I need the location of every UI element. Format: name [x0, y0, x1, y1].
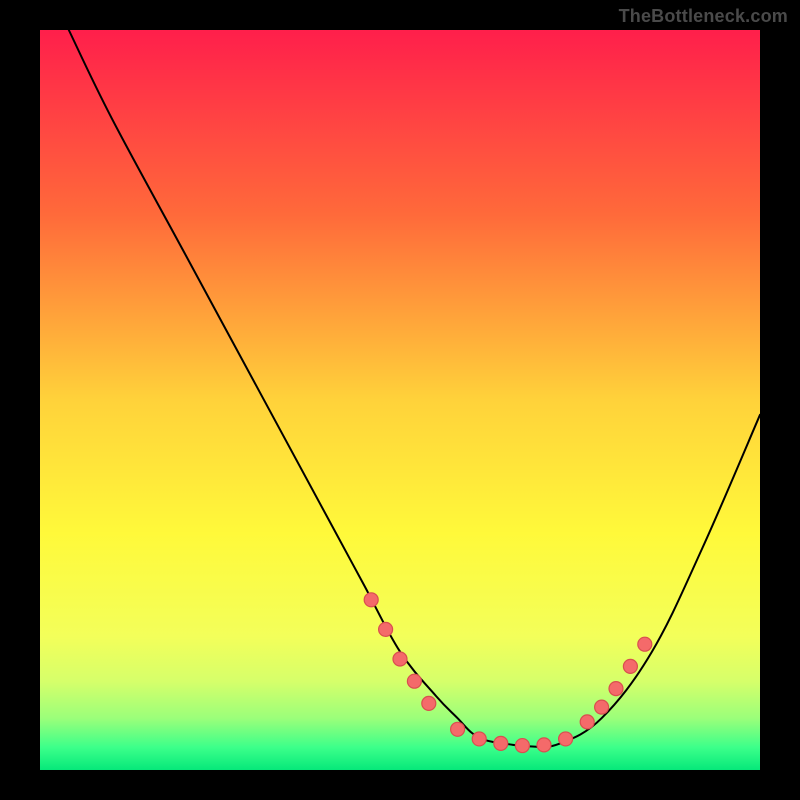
curve-marker [364, 593, 378, 607]
curve-marker [580, 715, 594, 729]
curve-marker [537, 738, 551, 752]
curve-marker [515, 739, 529, 753]
stage: TheBottleneck.com [0, 0, 800, 800]
curve-marker [494, 736, 508, 750]
curve-marker [422, 696, 436, 710]
curve-marker [472, 732, 486, 746]
curve-marker [623, 659, 637, 673]
curve-marker [559, 732, 573, 746]
curve-marker [393, 652, 407, 666]
plot-svg [0, 0, 800, 800]
curve-marker [595, 700, 609, 714]
curve-marker [379, 622, 393, 636]
curve-marker [451, 722, 465, 736]
curve-marker [407, 674, 421, 688]
curve-marker [638, 637, 652, 651]
curve-marker [609, 682, 623, 696]
